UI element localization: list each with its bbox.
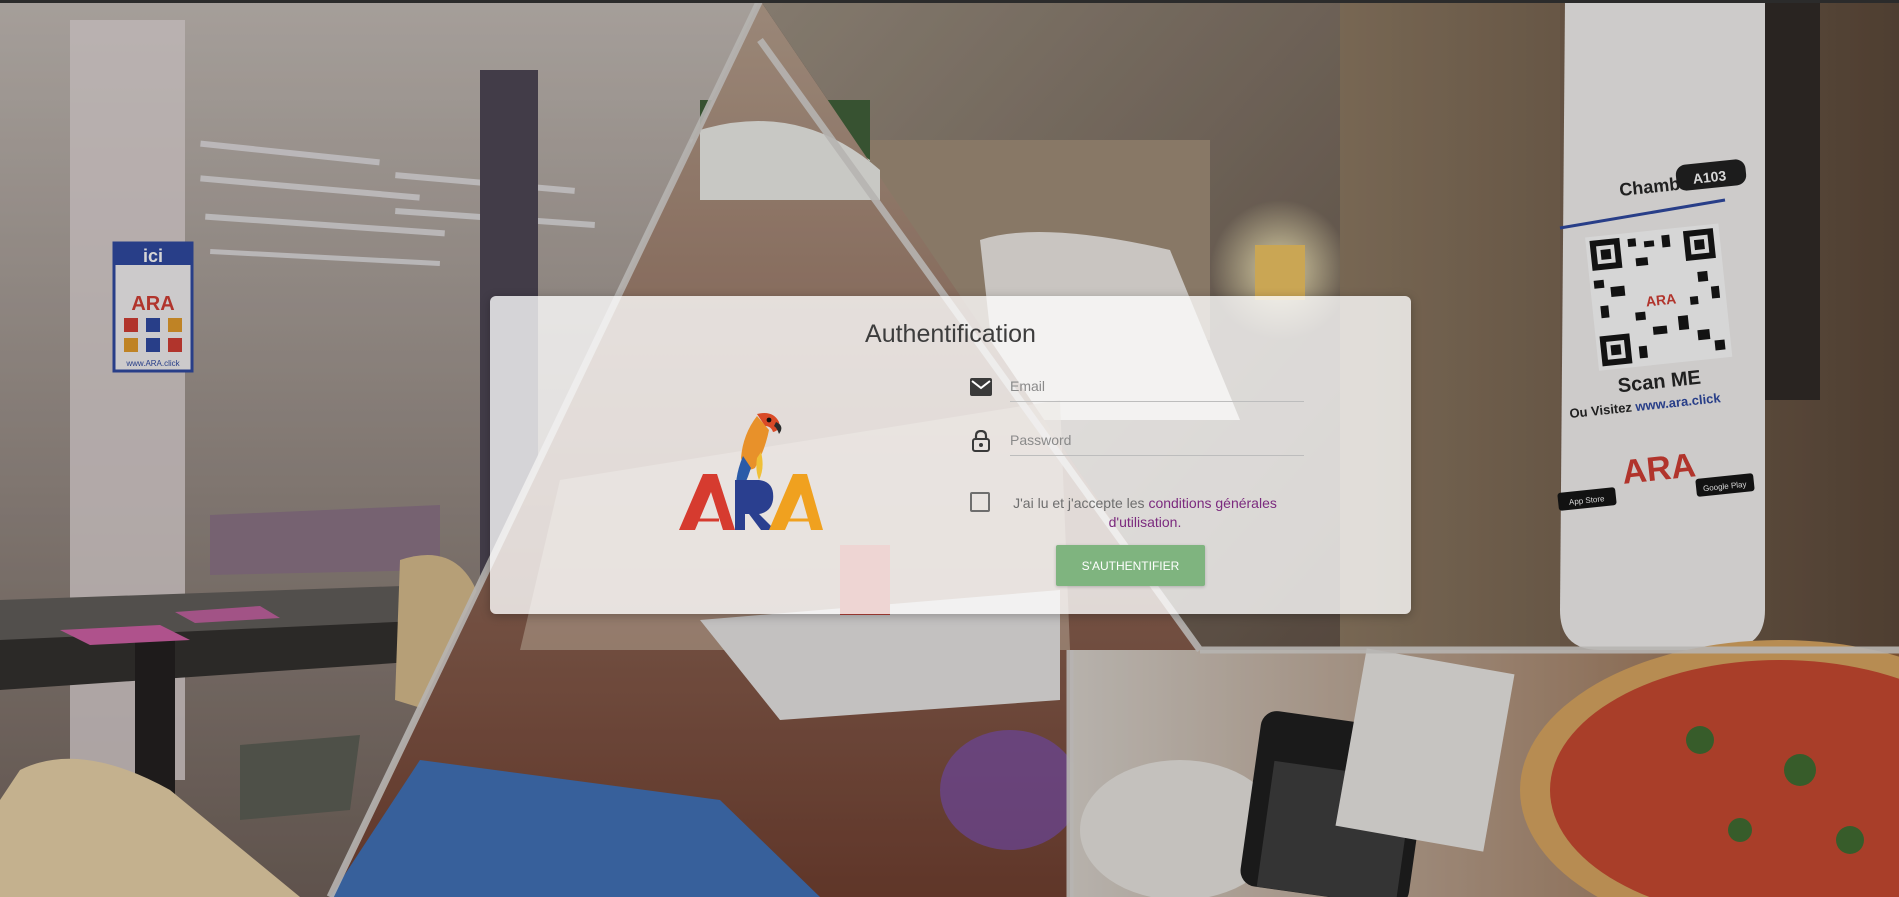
- terms-prefix: J'ai lu et j'accepte les: [1013, 495, 1149, 511]
- auth-panel: Authentification Email J'ai lu et j'acce…: [490, 296, 1411, 614]
- email-field-group: [970, 370, 1310, 410]
- terms-text: J'ai lu et j'accepte les conditions géné…: [1000, 494, 1290, 532]
- email-input[interactable]: [1010, 370, 1304, 402]
- authenticate-button[interactable]: S'AUTHENTIFIER: [1056, 545, 1205, 586]
- window-top-border: [0, 0, 1899, 3]
- terms-group: J'ai lu et j'accepte les conditions géné…: [970, 492, 1290, 536]
- email-icon: [970, 376, 992, 398]
- terms-checkbox[interactable]: [970, 492, 990, 512]
- page-title: Authentification: [865, 320, 1036, 348]
- ara-logo: [679, 413, 823, 530]
- password-input[interactable]: [1010, 424, 1304, 456]
- password-field-group: [970, 424, 1310, 464]
- lock-icon: [970, 430, 992, 452]
